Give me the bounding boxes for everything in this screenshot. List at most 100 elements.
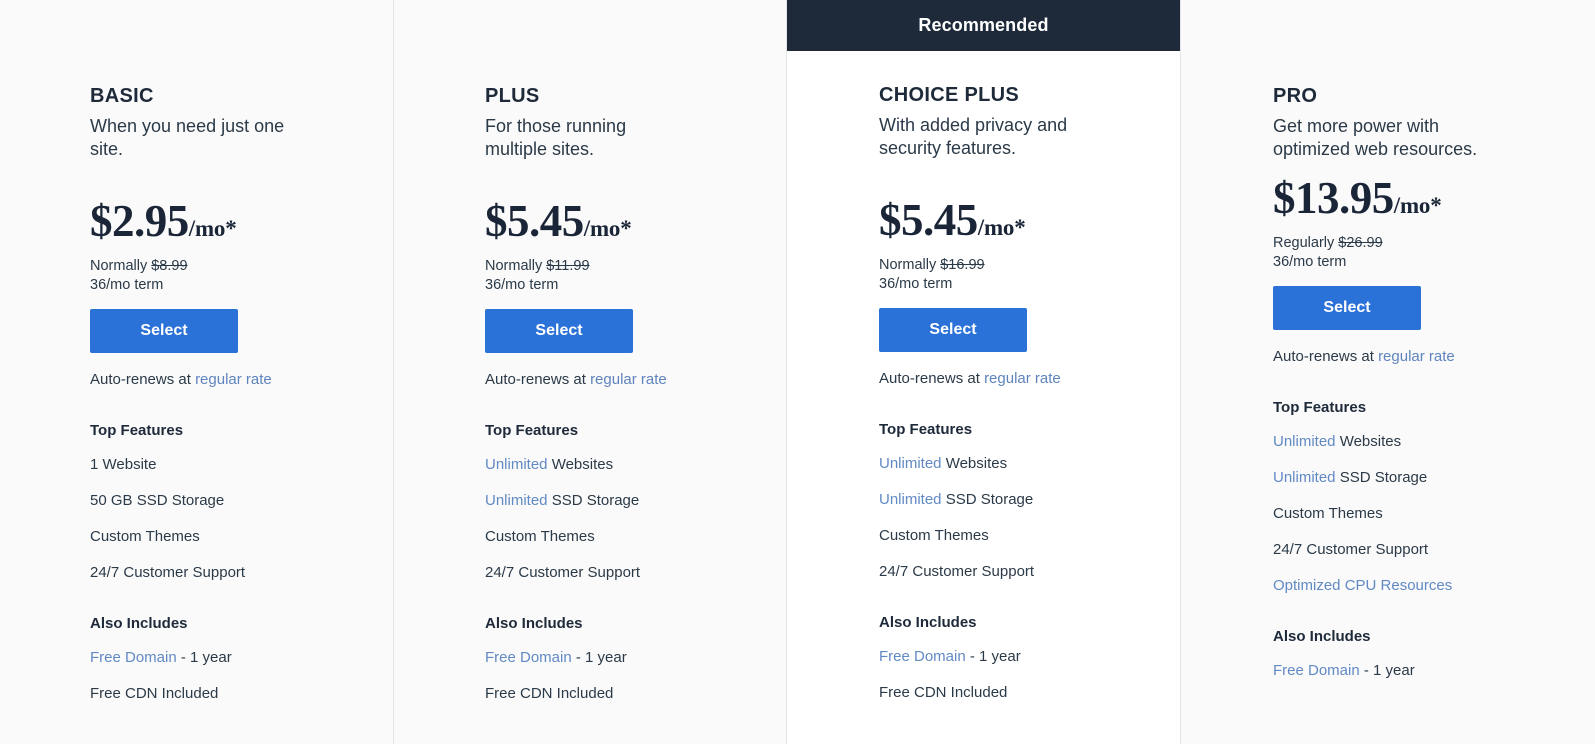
top-features-heading: Top Features	[485, 422, 579, 439]
price-block: $5.45/mo* Normally $16.99 36/mo term	[879, 196, 1160, 294]
regular-rate-link[interactable]: regular rate	[195, 371, 272, 388]
plan-price: $13.95/mo*	[1273, 174, 1575, 230]
select-button[interactable]: Select	[90, 309, 238, 353]
feature-highlight-link[interactable]: Free Domain	[879, 648, 966, 665]
feature-highlight-link[interactable]: Optimized CPU Resources	[1273, 577, 1452, 594]
also-includes-heading: Also Includes	[879, 614, 977, 631]
feature-text: Free CDN Included	[485, 685, 614, 702]
price-note: Normally $11.99 36/mo term	[485, 257, 766, 295]
normally-label: Normally	[90, 258, 148, 274]
plan-tagline: Get more power with optimized web resour…	[1273, 116, 1478, 159]
top-features-heading: Top Features	[879, 421, 973, 438]
feature-text: Custom Themes	[1273, 505, 1383, 522]
feature-highlight-link[interactable]: Unlimited	[1273, 469, 1336, 486]
plan-content-choice-plus: CHOICE PLUS With added privacy and secur…	[786, 0, 1180, 711]
plan-card-basic[interactable]: BASIC When you need just one site. $2.95…	[0, 0, 393, 744]
price-note: Normally $16.99 36/mo term	[879, 256, 1160, 294]
feature-item: Unlimited Websites	[879, 446, 1160, 482]
feature-item: Free Domain - 1 year	[90, 640, 373, 676]
original-price: $11.99	[546, 258, 590, 274]
feature-item: Free CDN Included	[485, 676, 766, 712]
normally-label: Normally	[485, 258, 543, 274]
feature-item: Custom Themes	[1273, 496, 1575, 532]
select-button[interactable]: Select	[485, 309, 633, 353]
feature-item: Unlimited Websites	[1273, 424, 1575, 460]
feature-item: Free Domain - 1 year	[1273, 653, 1575, 689]
plan-card-choice-plus[interactable]: Recommended CHOICE PLUS With added priva…	[786, 0, 1181, 744]
feature-item: 1 Website	[90, 447, 373, 483]
feature-item: Optimized CPU Resources	[1273, 568, 1575, 604]
feature-item: Unlimited SSD Storage	[879, 482, 1160, 518]
top-features-list: Unlimited Websites Unlimited SSD Storage C…	[879, 446, 1160, 590]
price-amount: $5.45	[485, 196, 584, 246]
plan-card-plus[interactable]: PLUS For those running multiple sites. $…	[393, 0, 786, 744]
feature-item: Unlimited SSD Storage	[1273, 460, 1575, 496]
also-includes-list: Free Domain - 1 year	[1273, 653, 1575, 689]
auto-renews-note: Auto-renews at regular rate	[90, 371, 373, 388]
regular-rate-link[interactable]: regular rate	[1378, 348, 1455, 365]
price-period: /mo*	[977, 215, 1026, 240]
plan-tagline: With added privacy and security features…	[879, 115, 1068, 158]
feature-text: SSD Storage	[547, 492, 640, 509]
price-period: /mo*	[188, 216, 237, 241]
top-features-list: 1 Website 50 GB SSD Storage Custom Themes 2…	[90, 447, 373, 591]
feature-item: 24/7 Customer Support	[90, 555, 373, 591]
feature-highlight-link[interactable]: Unlimited	[485, 492, 548, 509]
feature-highlight-link[interactable]: Unlimited	[879, 455, 942, 472]
plan-content-basic: BASIC When you need just one site. $2.95…	[0, 0, 393, 712]
feature-item: 24/7 Customer Support	[485, 555, 766, 591]
feature-highlight-link[interactable]: Free Domain	[90, 649, 177, 666]
select-button[interactable]: Select	[879, 308, 1027, 352]
plan-content-pro: PRO Get more power with optimized web re…	[1180, 0, 1595, 689]
term-label: 36/mo term	[1273, 254, 1347, 270]
select-button[interactable]: Select	[1273, 286, 1421, 330]
feature-text: Free CDN Included	[90, 685, 219, 702]
price-block: $5.45/mo* Normally $11.99 36/mo term	[485, 197, 766, 295]
feature-highlight-link[interactable]: Unlimited	[485, 456, 548, 473]
feature-item: 50 GB SSD Storage	[90, 483, 373, 519]
feature-highlight-link[interactable]: Free Domain	[485, 649, 572, 666]
feature-highlight-link[interactable]: Unlimited	[1273, 433, 1336, 450]
feature-text: Websites	[941, 455, 1008, 472]
also-includes-list: Free Domain - 1 year Free CDN Included	[90, 640, 373, 712]
plan-price: $5.45/mo*	[485, 197, 766, 253]
regular-rate-link[interactable]: regular rate	[984, 370, 1061, 387]
feature-item: 24/7 Customer Support	[1273, 532, 1575, 568]
normally-label: Regularly	[1273, 235, 1335, 251]
price-amount: $2.95	[90, 196, 189, 246]
feature-item: Custom Themes	[879, 518, 1160, 554]
feature-text: Websites	[1335, 433, 1402, 450]
auto-renews-note: Auto-renews at regular rate	[1273, 348, 1575, 365]
feature-item: Free Domain - 1 year	[485, 640, 766, 676]
also-includes-heading: Also Includes	[485, 615, 583, 632]
plan-card-pro[interactable]: PRO Get more power with optimized web re…	[1180, 0, 1595, 744]
feature-item: Unlimited SSD Storage	[485, 483, 766, 519]
original-price: $26.99	[1338, 235, 1383, 251]
price-period: /mo*	[1393, 193, 1442, 218]
feature-text: 50 GB SSD Storage	[90, 492, 225, 509]
auto-renews-prefix: Auto-renews at	[879, 370, 980, 387]
top-features-list: Unlimited Websites Unlimited SSD Storage C…	[1273, 424, 1575, 604]
term-label: 36/mo term	[879, 276, 953, 292]
normally-label: Normally	[879, 257, 937, 273]
regular-rate-link[interactable]: regular rate	[590, 371, 667, 388]
feature-highlight-link[interactable]: Unlimited	[879, 491, 942, 508]
also-includes-heading: Also Includes	[1273, 628, 1371, 645]
feature-text: Free CDN Included	[879, 684, 1008, 701]
feature-highlight-link[interactable]: Free Domain	[1273, 662, 1360, 679]
term-label: 36/mo term	[90, 277, 164, 293]
auto-renews-prefix: Auto-renews at	[1273, 348, 1374, 365]
auto-renews-prefix: Auto-renews at	[90, 371, 191, 388]
feature-text: SSD Storage	[1335, 469, 1428, 486]
price-amount: $5.45	[879, 195, 978, 245]
top-features-list: Unlimited Websites Unlimited SSD Storage C…	[485, 447, 766, 591]
plan-name: BASIC	[90, 85, 154, 107]
feature-text: Custom Themes	[879, 527, 989, 544]
feature-text: - 1 year	[965, 648, 1021, 665]
feature-item: Free Domain - 1 year	[879, 639, 1160, 675]
auto-renews-note: Auto-renews at regular rate	[879, 370, 1160, 387]
plan-tagline: When you need just one site.	[90, 116, 285, 159]
plan-name: PRO	[1273, 85, 1318, 107]
pricing-plans-grid: BASIC When you need just one site. $2.95…	[0, 0, 1595, 744]
original-price: $16.99	[940, 257, 985, 273]
